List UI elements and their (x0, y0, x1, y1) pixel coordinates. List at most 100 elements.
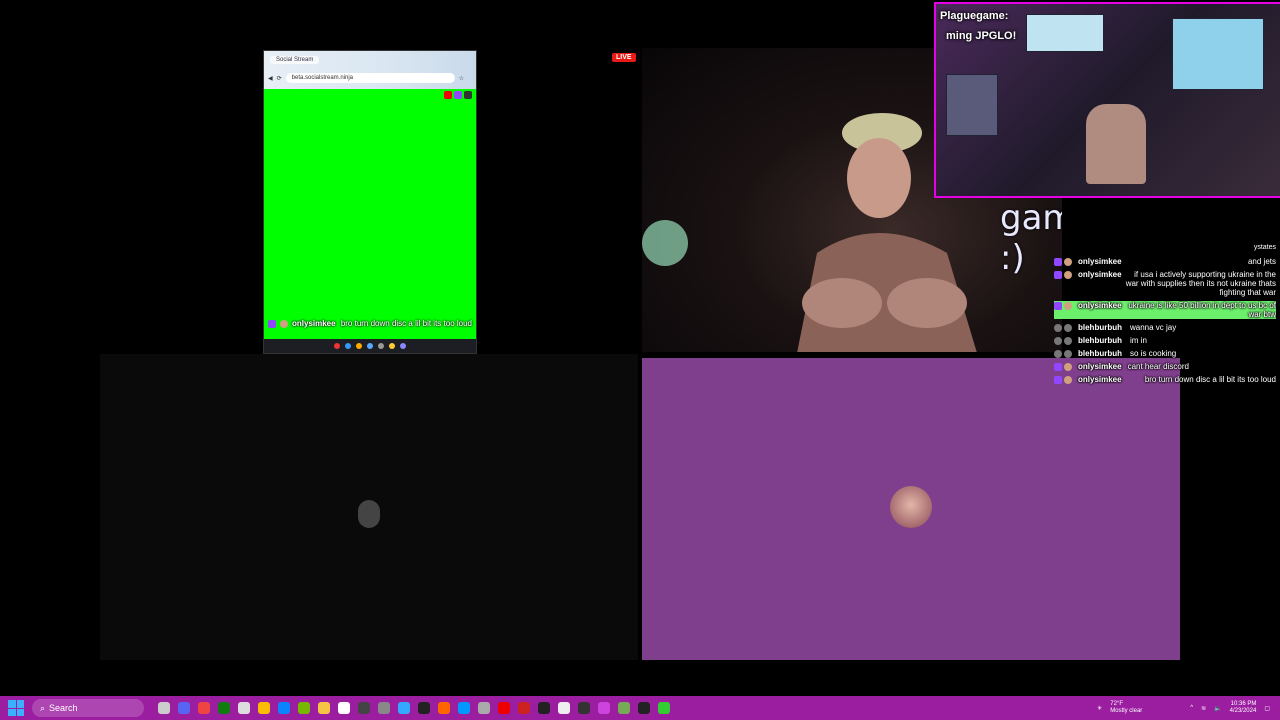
twitch-icon (1054, 271, 1062, 279)
app-icon[interactable] (538, 702, 550, 714)
settings-icon[interactable] (478, 702, 490, 714)
monitor (946, 74, 998, 136)
obs-icon[interactable] (358, 702, 370, 714)
xbox-icon[interactable] (218, 702, 230, 714)
app-icon[interactable] (198, 702, 210, 714)
app-icon[interactable] (598, 702, 610, 714)
extension-icon[interactable] (464, 91, 472, 99)
record-icon[interactable] (334, 343, 340, 349)
browser-chrome: Social Stream ◀ ⟳ beta.socialstream.ninj… (264, 51, 476, 89)
address-input[interactable]: beta.socialstream.ninja (285, 73, 455, 83)
app-icon[interactable] (518, 702, 530, 714)
avatar (1064, 363, 1072, 371)
monitor (1172, 18, 1264, 90)
weather-temp: 72°F (1110, 701, 1124, 707)
weather-widget[interactable]: 72°F Mostly clear (1110, 701, 1142, 715)
discord-tile-right[interactable] (642, 358, 1180, 660)
app-icon[interactable] (418, 702, 430, 714)
app-icon[interactable] (558, 702, 570, 714)
chat-message: blehburbuh im in (1054, 336, 1276, 345)
wifi-icon[interactable]: ≋ (1201, 705, 1206, 712)
discord-tile-left[interactable] (100, 354, 638, 660)
search-icon: ⌕ (40, 702, 46, 713)
app-icon[interactable] (498, 702, 510, 714)
chat-text: ukraine is like 50 billion in dept to us… (1128, 301, 1276, 319)
app-icon[interactable] (638, 702, 650, 714)
app-icon[interactable] (356, 343, 362, 349)
app-icon[interactable] (658, 702, 670, 714)
chat-message: onlysimkee bro turn down disc a lil bit … (1054, 375, 1276, 384)
chat-text: bro turn down disc a lil bit its too lou… (1144, 375, 1276, 384)
search-label: Search (49, 703, 78, 713)
app-icon[interactable] (389, 343, 395, 349)
chat-overlay: ystates onlysimkee and jets onlysimkee i… (1054, 244, 1276, 388)
app-icon[interactable] (345, 343, 351, 349)
chat-message-highlighted: onlysimkee ukraine is like 50 billion in… (1054, 301, 1276, 319)
avatar (358, 500, 380, 528)
chevron-up-icon[interactable]: ^ (1190, 705, 1193, 711)
app-icon[interactable] (338, 702, 350, 714)
chat-username: onlysimkee (1078, 257, 1122, 266)
chat-username: onlysimkee (1078, 270, 1122, 279)
avatar (1064, 337, 1072, 345)
taskbar-search[interactable]: ⌕ Search (32, 699, 144, 717)
browser-bottom-bar (264, 339, 476, 353)
folder-icon[interactable] (318, 702, 330, 714)
notification-icon[interactable]: ▢ (1264, 705, 1270, 712)
reload-icon[interactable]: ⟳ (277, 75, 282, 82)
back-icon[interactable]: ◀ (268, 75, 273, 82)
twitch-icon (1054, 363, 1062, 371)
live-badge: LIVE (612, 53, 636, 62)
clock-time: 10:36 PM (1230, 701, 1257, 707)
speaker-icon[interactable]: 🔈 (1214, 705, 1221, 712)
chat-username: onlysimkee (1078, 301, 1122, 310)
app-icon[interactable] (378, 343, 384, 349)
avatar (1064, 271, 1072, 279)
chat-text: and jets (1247, 257, 1276, 266)
chat-message: onlysimkee cant hear discord (1054, 362, 1276, 371)
browser-capture-window: Social Stream ◀ ⟳ beta.socialstream.ninj… (263, 50, 477, 354)
avatar (1064, 258, 1072, 266)
monitor (1026, 14, 1104, 52)
discord-icon (1054, 350, 1062, 358)
app-icon[interactable] (238, 702, 250, 714)
discord-icon (1054, 337, 1062, 345)
app-icon[interactable] (378, 702, 390, 714)
app-icon[interactable] (398, 702, 410, 714)
avatar (1064, 376, 1072, 384)
weather-desc: Mostly clear (1110, 708, 1143, 714)
extension-icon[interactable] (444, 91, 452, 99)
taskbar: ⌕ Search ☀ 72°F Mostly clear ^ ≋ 🔈 10:36… (0, 696, 1280, 720)
room-camera: Plaguegame: ming JPGLO! (934, 2, 1280, 198)
twitch-icon (1054, 376, 1062, 384)
chat-text: cant hear discord (1127, 362, 1189, 371)
nvidia-icon[interactable] (298, 702, 310, 714)
facecam-subtitle: ming JPGLO! (946, 30, 1017, 42)
discord-icon[interactable] (178, 702, 190, 714)
chat-text: bro turn down disc a lil bit its too lou… (340, 318, 472, 328)
app-icon[interactable] (367, 343, 373, 349)
app-icon[interactable] (400, 343, 406, 349)
app-icon[interactable] (578, 702, 590, 714)
clock[interactable]: 10:36 PM 4/23/2024 (1230, 701, 1257, 715)
chat-username: onlysimkee (1078, 362, 1122, 371)
edge-icon[interactable] (278, 702, 290, 714)
chrome-icon[interactable] (258, 702, 270, 714)
chat-username: blehburbuh (1078, 323, 1122, 332)
star-icon[interactable]: ☆ (459, 75, 464, 82)
chat-message: onlysimkee if usa i actively supporting … (1054, 270, 1276, 297)
avatar (1064, 350, 1072, 358)
extension-icon[interactable] (454, 91, 462, 99)
windows-start-icon[interactable] (8, 700, 24, 716)
chat-fragment: ystates (1253, 244, 1276, 251)
discord-icon (1054, 324, 1062, 332)
app-icon[interactable] (458, 702, 470, 714)
avatar (1064, 302, 1072, 310)
browser-tab[interactable]: Social Stream (270, 56, 320, 64)
app-icon[interactable] (618, 702, 630, 714)
app-icon[interactable] (438, 702, 450, 714)
overlay-text: game :) (1000, 198, 1062, 278)
task-view-icon[interactable] (158, 702, 170, 714)
chat-message: blehburbuh so is cooking (1054, 349, 1276, 358)
microphone-icon (642, 220, 688, 266)
